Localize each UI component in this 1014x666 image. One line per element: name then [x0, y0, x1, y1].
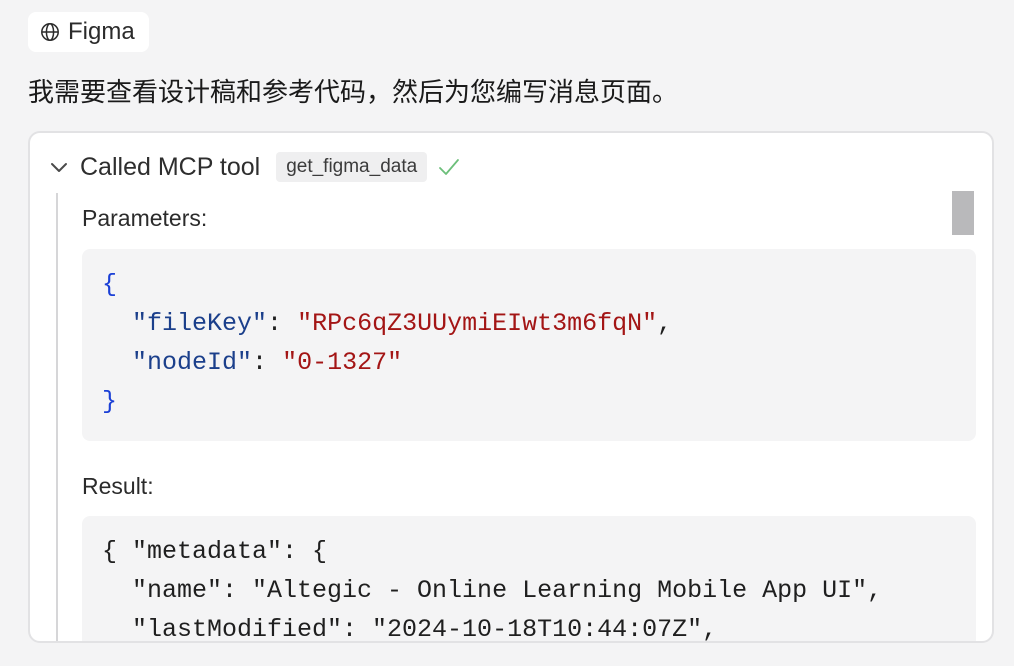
params-open-brace: {: [102, 270, 118, 299]
parameters-code-block: { "fileKey": "RPc6qZ3UUymiEIwt3m6fqN", "…: [82, 249, 976, 441]
result-line: "lastModified": "2024-10-18T10:44:07Z",: [102, 615, 718, 643]
globe-icon: [40, 22, 60, 42]
source-chip-figma[interactable]: Figma: [28, 12, 149, 52]
assistant-message: 我需要查看设计稿和参考代码，然后为您编写消息页面。: [28, 77, 679, 107]
param-key: "nodeId": [132, 348, 253, 377]
tool-call-header[interactable]: Called MCP tool get_figma_data: [48, 149, 461, 185]
tool-name-badge: get_figma_data: [276, 152, 428, 182]
parameters-label: Parameters:: [82, 205, 208, 231]
result-line: { "metadata": {: [102, 537, 328, 566]
tool-call-card: Called MCP tool get_figma_data Parameter…: [28, 131, 994, 643]
thread-line: [56, 193, 58, 641]
param-value: "0-1327": [282, 348, 403, 377]
result-code-block: { "metadata": { "name": "Altegic - Onlin…: [82, 516, 976, 643]
param-value: "RPc6qZ3UUymiEIwt3m6fqN": [297, 309, 658, 338]
chevron-down-icon[interactable]: [48, 156, 70, 178]
result-label: Result:: [82, 473, 154, 499]
chat-panel: Figma 我需要查看设计稿和参考代码，然后为您编写消息页面。 Called M…: [0, 0, 1014, 666]
source-chip-label: Figma: [68, 18, 135, 45]
params-close-brace: }: [102, 387, 118, 416]
param-key: "fileKey": [132, 309, 268, 338]
tool-call-title: Called MCP tool: [80, 152, 261, 181]
scrollbar-thumb[interactable]: [952, 191, 974, 235]
result-line: "name": "Altegic - Online Learning Mobil…: [102, 576, 883, 605]
checkmark-icon: [437, 155, 461, 179]
